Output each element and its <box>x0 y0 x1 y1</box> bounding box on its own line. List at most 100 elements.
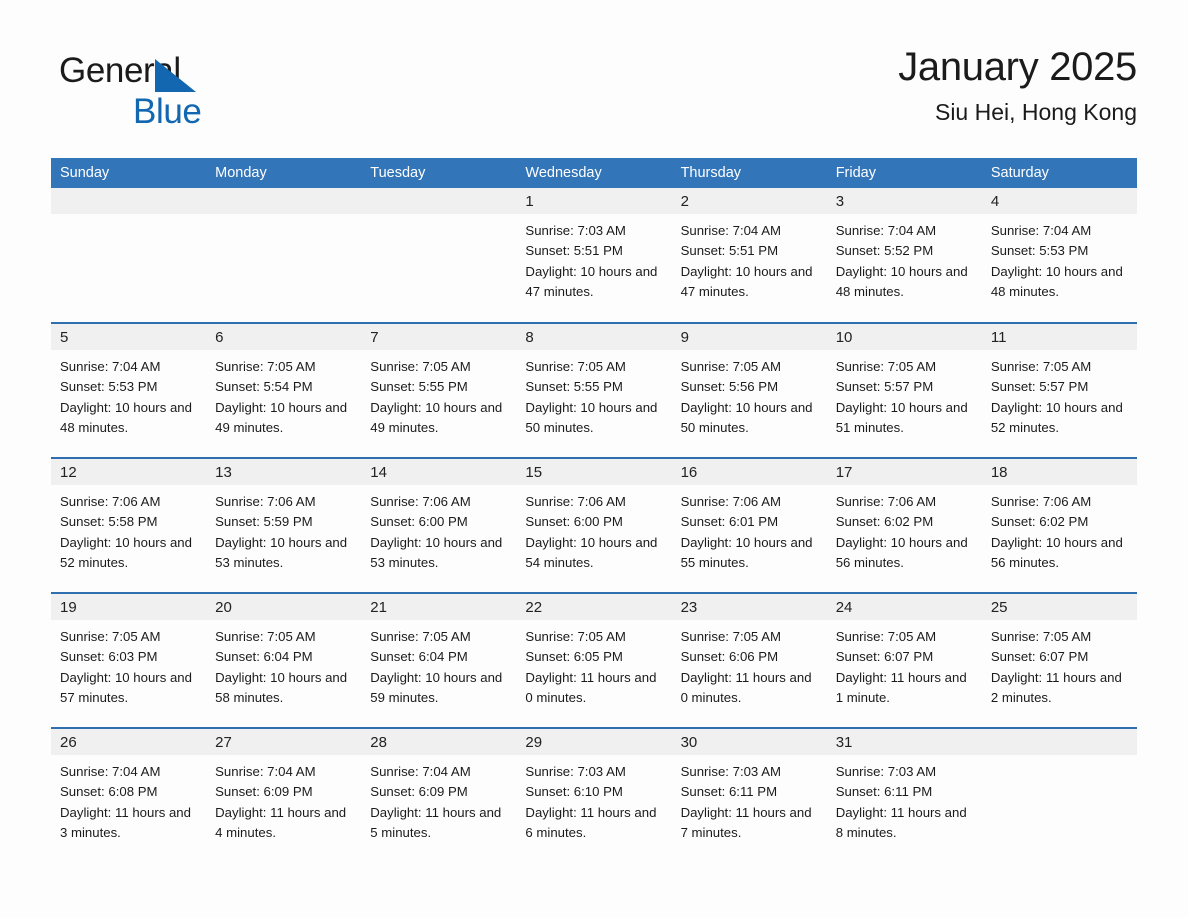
day-number: 6 <box>206 324 362 350</box>
sunset-text: Sunset: 5:59 PM <box>215 514 313 530</box>
day-number <box>981 729 1137 755</box>
calendar-day-cell[interactable]: 10 Sunrise: 7:05 AM Sunset: 5:57 PM Dayligh… <box>826 322 982 458</box>
calendar-day-cell[interactable]: 11 Sunrise: 7:05 AM Sunset: 5:57 PM Dayligh… <box>981 322 1137 458</box>
calendar-week-row: 12 Sunrise: 7:06 AM Sunset: 5:58 PM Dayligh… <box>51 457 1137 593</box>
day-number: 31 <box>826 729 982 755</box>
sunset-text: Sunset: 6:02 PM <box>835 514 934 530</box>
calendar-day-cell[interactable]: 18 Sunrise: 7:06 AM Sunset: 6:02 PM Dayligh… <box>981 457 1137 593</box>
day-number: 8 <box>516 324 672 350</box>
daylight-text: Daylight: 10 hours and 49 minutes. <box>370 399 503 435</box>
day-details: Sunrise: 7:05 AM Sunset: 6:07 PM Daylight:… <box>827 620 982 708</box>
sunrise-text: Sunrise: 7:05 AM <box>835 359 937 374</box>
calendar-day-cell[interactable]: 20 Sunrise: 7:05 AM Sunset: 6:04 PM Dayligh… <box>206 592 362 728</box>
calendar-day-cell[interactable]: 22 Sunrise: 7:05 AM Sunset: 6:05 PM Dayligh… <box>516 592 672 728</box>
sunrise-text: Sunrise: 7:04 AM <box>370 764 471 779</box>
calendar-day-cell[interactable]: 19 Sunrise: 7:05 AM Sunset: 6:03 PM Dayligh… <box>51 592 207 728</box>
sunrise-text: Sunrise: 7:04 AM <box>990 223 1092 238</box>
day-number: 22 <box>516 594 672 620</box>
calendar-day-cell[interactable]: 2 Sunrise: 7:04 AM Sunset: 5:51 PM Daylight… <box>671 188 827 323</box>
calendar-day-cell[interactable]: 17 Sunrise: 7:06 AM Sunset: 6:02 PM Dayligh… <box>826 457 982 593</box>
sunset-text: Sunset: 6:09 PM <box>215 784 313 800</box>
sunset-text: Sunset: 6:01 PM <box>680 514 779 530</box>
day-details: Sunrise: 7:05 AM Sunset: 5:55 PM Daylight:… <box>361 350 516 438</box>
calendar-day-cell[interactable]: 26 Sunrise: 7:04 AM Sunset: 6:08 PM Dayligh… <box>51 727 207 863</box>
day-details: Sunrise: 7:04 AM Sunset: 5:53 PM Daylight:… <box>51 350 206 438</box>
sunset-text: Sunset: 6:10 PM <box>525 784 623 800</box>
day-number: 7 <box>361 324 517 350</box>
day-number: 27 <box>206 729 362 755</box>
sunset-text: Sunset: 6:02 PM <box>990 514 1089 530</box>
calendar-day-cell[interactable]: 8 Sunrise: 7:05 AM Sunset: 5:55 PM Daylight… <box>516 322 672 458</box>
sunset-text: Sunset: 6:00 PM <box>525 514 623 530</box>
day-number <box>361 188 517 214</box>
sunrise-text: Sunrise: 7:05 AM <box>680 359 781 374</box>
day-details: Sunrise: 7:05 AM Sunset: 5:55 PM Daylight:… <box>516 350 671 438</box>
daylight-text: Daylight: 11 hours and 5 minutes. <box>370 804 502 840</box>
calendar-day-cell[interactable]: 15 Sunrise: 7:06 AM Sunset: 6:00 PM Dayligh… <box>516 457 672 593</box>
calendar-day-cell[interactable]: 21 Sunrise: 7:05 AM Sunset: 6:04 PM Dayligh… <box>361 592 517 728</box>
day-details: Sunrise: 7:03 AM Sunset: 6:11 PM Daylight:… <box>672 755 827 843</box>
sunrise-text: Sunrise: 7:05 AM <box>990 629 1092 644</box>
daylight-text: Daylight: 10 hours and 47 minutes. <box>525 263 658 299</box>
daylight-text: Daylight: 10 hours and 49 minutes. <box>215 399 348 435</box>
calendar-day-cell[interactable]: 12 Sunrise: 7:06 AM Sunset: 5:58 PM Dayligh… <box>51 457 207 593</box>
calendar-day-cell[interactable]: 28 Sunrise: 7:04 AM Sunset: 6:09 PM Dayligh… <box>361 727 517 863</box>
sunrise-text: Sunrise: 7:03 AM <box>525 764 626 779</box>
calendar-day-cell[interactable]: 1 Sunrise: 7:03 AM Sunset: 5:51 PM Daylight… <box>516 188 672 323</box>
sunset-text: Sunset: 5:54 PM <box>215 379 313 395</box>
sunset-text: Sunset: 6:11 PM <box>835 784 933 800</box>
day-details: Sunrise: 7:03 AM Sunset: 6:10 PM Daylight:… <box>516 755 671 843</box>
day-number: 11 <box>981 324 1137 350</box>
sunrise-text: Sunrise: 7:05 AM <box>370 629 471 644</box>
calendar-day-cell[interactable]: 4 Sunrise: 7:04 AM Sunset: 5:53 PM Daylight… <box>981 188 1137 323</box>
sunrise-text: Sunrise: 7:03 AM <box>525 223 626 238</box>
sunrise-text: Sunrise: 7:06 AM <box>370 494 471 509</box>
calendar-day-cell[interactable]: 3 Sunrise: 7:04 AM Sunset: 5:52 PM Daylight… <box>826 188 982 323</box>
weekday-header-tuesday: Tuesday <box>361 158 517 188</box>
sunset-text: Sunset: 6:07 PM <box>835 649 934 665</box>
daylight-text: Daylight: 11 hours and 0 minutes. <box>680 669 812 705</box>
day-number: 26 <box>51 729 207 755</box>
sunset-text: Sunset: 5:55 PM <box>370 379 468 395</box>
calendar-day-cell[interactable]: 29 Sunrise: 7:03 AM Sunset: 6:10 PM Dayligh… <box>516 727 672 863</box>
calendar-day-cell[interactable]: 7 Sunrise: 7:05 AM Sunset: 5:55 PM Daylight… <box>361 322 517 458</box>
sunrise-text: Sunrise: 7:05 AM <box>60 629 161 644</box>
day-number: 18 <box>981 459 1137 485</box>
sunrise-text: Sunrise: 7:06 AM <box>680 494 781 509</box>
day-number: 5 <box>51 324 207 350</box>
sunrise-text: Sunrise: 7:05 AM <box>835 629 937 644</box>
day-number: 12 <box>51 459 207 485</box>
calendar-day-cell[interactable]: 30 Sunrise: 7:03 AM Sunset: 6:11 PM Dayligh… <box>671 727 827 863</box>
sunrise-text: Sunrise: 7:05 AM <box>370 359 471 374</box>
calendar-day-cell[interactable]: 6 Sunrise: 7:05 AM Sunset: 5:54 PM Daylight… <box>206 322 362 458</box>
day-number: 4 <box>981 188 1137 214</box>
day-details: Sunrise: 7:05 AM Sunset: 6:04 PM Daylight:… <box>206 620 361 708</box>
sunset-text: Sunset: 5:57 PM <box>990 379 1089 395</box>
day-details: Sunrise: 7:05 AM Sunset: 5:56 PM Daylight:… <box>672 350 827 438</box>
weekday-header-saturday: Saturday <box>981 158 1137 188</box>
calendar-day-cell[interactable]: 24 Sunrise: 7:05 AM Sunset: 6:07 PM Dayligh… <box>826 592 982 728</box>
page-subtitle: Siu Hei, Hong Kong <box>934 99 1137 125</box>
daylight-text: Daylight: 10 hours and 55 minutes. <box>680 534 813 570</box>
daylight-text: Daylight: 10 hours and 50 minutes. <box>525 399 658 435</box>
day-details: Sunrise: 7:04 AM Sunset: 5:52 PM Daylight:… <box>827 214 982 302</box>
calendar-day-cell[interactable]: 14 Sunrise: 7:06 AM Sunset: 6:00 PM Dayligh… <box>361 457 517 593</box>
daylight-text: Daylight: 10 hours and 58 minutes. <box>215 669 348 705</box>
calendar-day-cell[interactable]: 5 Sunrise: 7:04 AM Sunset: 5:53 PM Daylight… <box>51 322 207 458</box>
sunset-text: Sunset: 5:55 PM <box>525 379 623 395</box>
calendar-day-cell[interactable]: 9 Sunrise: 7:05 AM Sunset: 5:56 PM Daylight… <box>671 322 827 458</box>
daylight-text: Daylight: 10 hours and 48 minutes. <box>835 263 968 299</box>
day-details: Sunrise: 7:04 AM Sunset: 6:08 PM Daylight:… <box>51 755 206 843</box>
calendar-day-cell[interactable]: 16 Sunrise: 7:06 AM Sunset: 6:01 PM Dayligh… <box>671 457 827 593</box>
sunset-text: Sunset: 5:56 PM <box>680 379 779 395</box>
calendar-day-cell[interactable]: 13 Sunrise: 7:06 AM Sunset: 5:59 PM Dayligh… <box>206 457 362 593</box>
daylight-text: Daylight: 10 hours and 59 minutes. <box>370 669 503 705</box>
general-blue-logo[interactable]: General Blue <box>59 50 259 136</box>
daylight-text: Daylight: 10 hours and 48 minutes. <box>990 263 1123 299</box>
calendar-day-cell[interactable]: 23 Sunrise: 7:05 AM Sunset: 6:06 PM Dayligh… <box>671 592 827 728</box>
calendar-day-cell[interactable]: 31 Sunrise: 7:03 AM Sunset: 6:11 PM Dayligh… <box>826 727 982 863</box>
calendar-day-cell[interactable]: 27 Sunrise: 7:04 AM Sunset: 6:09 PM Dayligh… <box>206 727 362 863</box>
sunset-text: Sunset: 6:05 PM <box>525 649 623 665</box>
day-number: 19 <box>51 594 207 620</box>
calendar-day-cell[interactable]: 25 Sunrise: 7:05 AM Sunset: 6:07 PM Dayligh… <box>981 592 1137 728</box>
